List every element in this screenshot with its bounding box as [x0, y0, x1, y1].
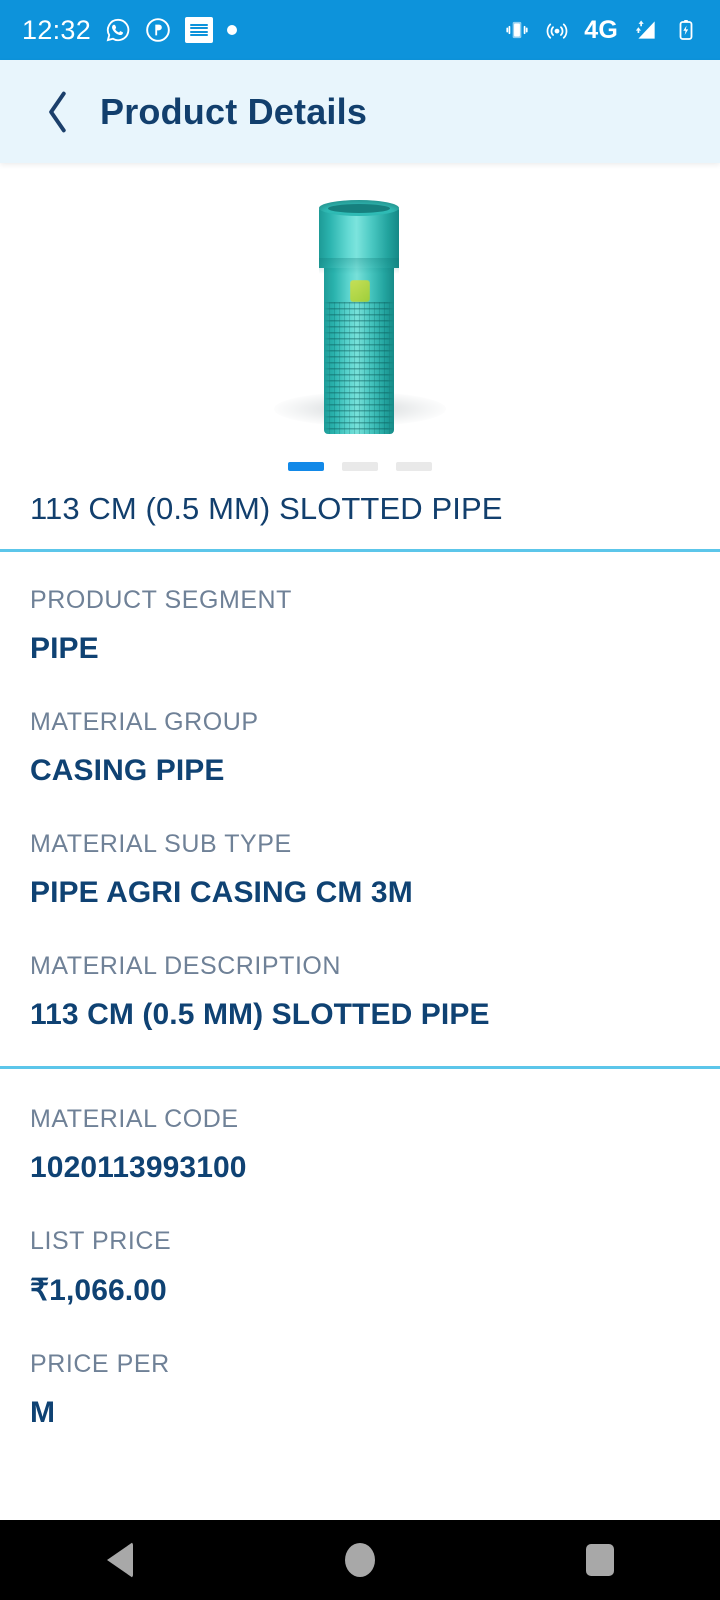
status-clock: 12:32 [22, 14, 92, 45]
product-image[interactable] [260, 198, 460, 448]
gallery-pagination[interactable] [0, 462, 720, 471]
field-label: MATERIAL GROUP [30, 708, 259, 736]
field-label: PRODUCT SEGMENT [30, 586, 292, 614]
pricing-section: MATERIAL CODE 1020113993100 LIST PRICE ₹… [0, 1069, 720, 1468]
product-title: 113 CM (0.5 MM) SLOTTED PIPE [30, 491, 503, 526]
signal-bars-icon [632, 17, 660, 43]
android-nav-bar [0, 1520, 720, 1600]
brand-logo-icon [350, 280, 370, 302]
network-4g-label: 4G [584, 15, 618, 44]
field-value: PIPE [30, 632, 99, 665]
status-bar-left: 12:32 [22, 14, 238, 46]
field-value: CASING PIPE [30, 754, 225, 787]
field-list-price: LIST PRICE ₹1,066.00 [30, 1227, 690, 1308]
app-circle-icon [145, 17, 171, 43]
nav-back-button[interactable] [60, 1520, 180, 1600]
square-recents-icon [586, 1544, 614, 1576]
product-gallery[interactable] [0, 163, 720, 483]
field-label: MATERIAL CODE [30, 1105, 239, 1133]
field-value: 113 CM (0.5 MM) SLOTTED PIPE [30, 998, 490, 1031]
battery-charging-icon [674, 17, 698, 43]
page-title: Product Details [100, 90, 368, 132]
gallery-dot-1[interactable] [288, 462, 324, 471]
nav-home-button[interactable] [300, 1520, 420, 1600]
back-button[interactable] [30, 84, 86, 140]
field-label: PRICE PER [30, 1350, 170, 1378]
chevron-left-icon [49, 91, 66, 132]
dot-indicator-icon [227, 25, 238, 35]
field-value: PIPE AGRI CASING CM 3M [30, 876, 413, 909]
slotted-pipe-illustration [319, 200, 399, 434]
field-value: ₹1,066.00 [30, 1274, 167, 1307]
field-material-description: MATERIAL DESCRIPTION 113 CM (0.5 MM) SLO… [30, 952, 690, 1032]
hotspot-icon [544, 17, 570, 43]
notification-card-icon [185, 17, 214, 43]
field-value: 1020113993100 [30, 1151, 247, 1184]
app-bar: Product Details [0, 60, 720, 163]
field-product-segment: PRODUCT SEGMENT PIPE [30, 586, 690, 666]
field-value: M [30, 1396, 56, 1429]
field-label: MATERIAL DESCRIPTION [30, 952, 342, 980]
gallery-dot-3[interactable] [396, 462, 432, 471]
field-material-sub-type: MATERIAL SUB TYPE PIPE AGRI CASING CM 3M [30, 830, 690, 910]
nav-recents-button[interactable] [540, 1520, 660, 1600]
field-material-group: MATERIAL GROUP CASING PIPE [30, 708, 690, 788]
circle-home-icon [345, 1543, 375, 1577]
field-material-code: MATERIAL CODE 1020113993100 [30, 1105, 690, 1185]
triangle-back-icon [107, 1542, 133, 1578]
vibrate-icon [504, 17, 530, 43]
field-price-per: PRICE PER M [30, 1350, 690, 1430]
field-label: MATERIAL SUB TYPE [30, 830, 292, 858]
status-bar-right: 4G [504, 16, 698, 45]
status-bar: 12:32 4G [0, 0, 720, 60]
gallery-dot-2[interactable] [342, 462, 378, 471]
field-label: LIST PRICE [30, 1227, 172, 1255]
whatsapp-icon [105, 17, 131, 43]
product-details-screen: 12:32 4G Product Details 113 CM (0.5 MM)… [0, 0, 720, 1600]
product-specs-section: PRODUCT SEGMENT PIPE MATERIAL GROUP CASI… [0, 552, 720, 1066]
